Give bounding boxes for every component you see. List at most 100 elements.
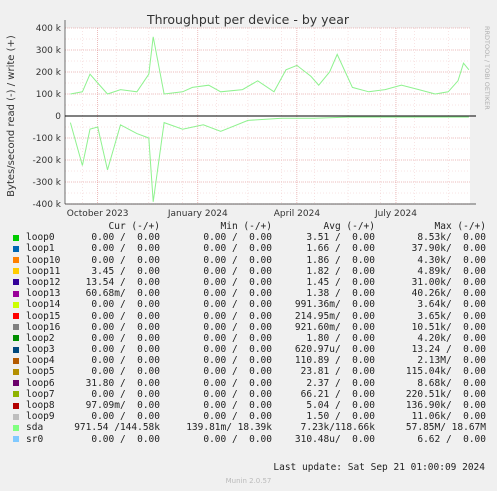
legend-avg: 66.21 / 0.00 — [300, 388, 375, 400]
legend-swatch — [13, 234, 19, 241]
legend-cur: 0.00 / 0.00 — [91, 321, 160, 333]
legend-row: loop7 0.00 / 0.00 0.00 / 0.00 66.21 / 0.00 2… — [12, 389, 490, 400]
legend-min: 0.00 / 0.00 — [203, 243, 272, 255]
legend-cur: 0.00 / 0.00 — [91, 388, 160, 400]
legend-row: loop12 13.54 / 0.00 0.00 / 0.00 1.45 / 0.00… — [12, 277, 490, 288]
legend-avg: 1.45 / 0.00 — [306, 276, 375, 288]
legend-min: 0.00 / 0.00 — [203, 288, 272, 300]
legend-name: loop4 — [26, 355, 55, 367]
legend-swatch — [13, 391, 19, 398]
legend-swatch — [13, 380, 19, 387]
legend-min: 0.00 / 0.00 — [203, 254, 272, 266]
legend-row: loop0 0.00 / 0.00 0.00 / 0.00 3.51 / 0.00 8.… — [12, 232, 490, 243]
legend-swatch — [13, 346, 19, 353]
legend-avg: 2.37 / 0.00 — [306, 377, 375, 389]
legend-cur: 31.80 / 0.00 — [85, 377, 160, 389]
legend-cur: 971.54 /144.58k — [74, 422, 160, 434]
legend-row: loop14 0.00 / 0.00 0.00 / 0.00 991.36m/ 0.0… — [12, 299, 490, 310]
x-tick-label: April 2024 — [274, 209, 321, 219]
y-axis-label: Bytes/second read (-) / write (+) — [6, 35, 17, 197]
legend-swatch — [13, 436, 19, 443]
legend-max: 37.90k/ 0.00 — [411, 243, 486, 255]
legend-name: loop2 — [26, 332, 55, 344]
legend-row: loop3 0.00 / 0.00 0.00 / 0.00 620.97u/ 0.00… — [12, 344, 490, 355]
legend-cur: 0.00 / 0.00 — [91, 411, 160, 423]
legend-min: 0.00 / 0.00 — [203, 344, 272, 356]
legend-row: loop15 0.00 / 0.00 0.00 / 0.00 214.95m/ 0.0… — [12, 311, 490, 322]
legend-min: 0.00 / 0.00 — [203, 433, 272, 445]
legend-max: 11.06k/ 0.00 — [411, 411, 486, 423]
legend-swatch — [13, 257, 19, 264]
legend-avg: 1.66 / 0.00 — [306, 243, 375, 255]
legend-max: 13.24 / 0.00 — [411, 344, 486, 356]
legend-name: sr0 — [26, 433, 44, 445]
legend-avg: 991.36m/ 0.00 — [294, 299, 375, 311]
legend-avg: 620.97u/ 0.00 — [294, 344, 375, 356]
legend-max: 2.13M/ 0.00 — [417, 355, 486, 367]
legend-row: loop2 0.00 / 0.00 0.00 / 0.00 1.80 / 0.00 4.… — [12, 333, 490, 344]
legend-min: 0.00 / 0.00 — [203, 355, 272, 367]
rrdtool-credit: RRDTOOL / TOBI OETIKER — [483, 26, 491, 110]
legend-min: 0.00 / 0.00 — [203, 265, 272, 277]
y-tick-label: -400 k — [33, 200, 62, 210]
legend-max: 4.30k/ 0.00 — [417, 254, 486, 266]
legend-name: loop11 — [26, 265, 61, 277]
legend-max: 3.65k/ 0.00 — [417, 310, 486, 322]
legend-cur: 0.00 / 0.00 — [91, 344, 160, 356]
legend-avg: 1.38 / 0.00 — [306, 288, 375, 300]
y-tick-label: 0 — [55, 112, 61, 122]
y-tick-label: -200 k — [33, 156, 62, 166]
y-tick-label: -300 k — [33, 178, 62, 188]
legend-header: Cur (-/+) Min (-/+) Avg (-/+) Max (-/+) — [12, 221, 490, 232]
legend-avg: 110.89 / 0.00 — [294, 355, 375, 367]
legend-min: 0.00 / 0.00 — [203, 400, 272, 411]
chart-title: Throughput per device - by year — [146, 12, 350, 27]
legend-min: 0.00 / 0.00 — [203, 332, 272, 344]
legend-cur: 0.00 / 0.00 — [91, 355, 160, 367]
legend-name: loop5 — [26, 366, 55, 378]
legend-cur: 0.00 / 0.00 — [91, 232, 160, 244]
y-tick-label: 200 k — [36, 68, 62, 78]
header-max: Max (-/+) — [434, 221, 486, 232]
legend-avg: 1.82 / 0.00 — [306, 265, 375, 277]
legend-name: loop15 — [26, 310, 61, 322]
legend-swatch — [13, 268, 19, 275]
y-tick-label: 100 k — [36, 90, 62, 100]
legend-row: loop9 0.00 / 0.00 0.00 / 0.00 1.50 / 0.00 11… — [12, 411, 490, 422]
legend-swatch — [13, 335, 19, 342]
legend-name: loop3 — [26, 344, 55, 356]
legend-swatch — [13, 424, 19, 431]
legend-cur: 0.00 / 0.00 — [91, 332, 160, 344]
y-tick-label: 300 k — [36, 46, 62, 56]
chart: Throughput per device - by year Bytes/se… — [6, 12, 491, 219]
legend-name: loop16 — [26, 321, 61, 333]
legend-swatch — [13, 324, 19, 331]
legend-name: loop6 — [26, 377, 55, 389]
legend-cur: 0.00 / 0.00 — [91, 254, 160, 266]
legend-min: 0.00 / 0.00 — [203, 321, 272, 333]
legend-min: 0.00 / 0.00 — [203, 299, 272, 311]
legend-swatch — [13, 279, 19, 286]
legend-avg: 7.23k/118.66k — [300, 422, 375, 434]
legend-max: 8.68k/ 0.00 — [417, 377, 486, 389]
legend-row: loop16 0.00 / 0.00 0.00 / 0.00 921.60m/ 0.0… — [12, 322, 490, 333]
legend-cur: 3.45 / 0.00 — [91, 265, 160, 277]
legend-avg: 921.60m/ 0.00 — [294, 321, 375, 333]
legend-cur: 0.00 / 0.00 — [91, 243, 160, 255]
legend-swatch — [13, 245, 19, 252]
legend-row: loop1 0.00 / 0.00 0.00 / 0.00 1.66 / 0.00 37… — [12, 243, 490, 254]
header-avg: Avg (-/+) — [323, 221, 375, 232]
legend-min: 0.00 / 0.00 — [203, 388, 272, 400]
legend-row: loop13 60.68m/ 0.00 0.00 / 0.00 1.38 / 0.00… — [12, 288, 490, 299]
legend-name: loop8 — [26, 400, 55, 411]
legend-row: sr0 0.00 / 0.00 0.00 / 0.00 310.48u/ 0.00 6.… — [12, 434, 490, 445]
x-tick-label: October 2023 — [67, 209, 129, 219]
legend-max: 115.04k/ 0.00 — [405, 366, 486, 378]
legend-row: loop4 0.00 / 0.00 0.00 / 0.00 110.89 / 0.00… — [12, 355, 490, 366]
legend-cur: 13.54 / 0.00 — [85, 276, 160, 288]
legend-row: loop11 3.45 / 0.00 0.00 / 0.00 1.82 / 0.00 4… — [12, 266, 490, 277]
legend-min: 0.00 / 0.00 — [203, 366, 272, 378]
legend-cur: 0.00 / 0.00 — [91, 299, 160, 311]
legend-max: 57.85M/ 18.67M — [405, 422, 486, 434]
legend-avg: 1.50 / 0.00 — [306, 411, 375, 423]
